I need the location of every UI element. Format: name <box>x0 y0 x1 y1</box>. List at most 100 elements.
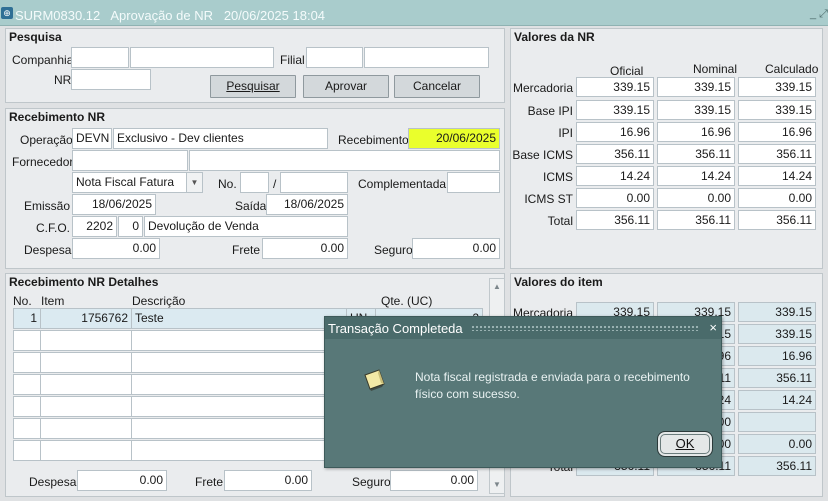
calculado-value[interactable]: 356.11 <box>738 210 816 230</box>
row-no[interactable] <box>13 330 41 351</box>
calculado-value[interactable]: 16.96 <box>738 122 816 142</box>
fornecedor-name-input[interactable] <box>189 150 500 171</box>
item-calculado-value[interactable]: 0.00 <box>738 434 816 454</box>
pesquisa-title: Pesquisa <box>9 30 62 44</box>
row-item[interactable] <box>40 396 132 417</box>
companhia-label: Companhia <box>12 53 74 67</box>
fornecedor-code-input[interactable] <box>72 150 188 171</box>
oficial-value[interactable]: 14.24 <box>576 166 654 186</box>
companhia-name-input[interactable] <box>130 47 274 68</box>
row-no[interactable] <box>13 374 41 395</box>
frete-input[interactable]: 0.00 <box>262 238 348 259</box>
item-calculado-value[interactable]: 356.11 <box>738 456 816 476</box>
det-seguro-label: Seguro <box>352 475 391 489</box>
close-icon[interactable]: × <box>709 320 717 335</box>
row-descricao[interactable] <box>131 418 347 439</box>
row-descricao[interactable] <box>131 352 347 373</box>
seguro-label: Seguro <box>374 243 413 257</box>
window-controls[interactable]: _ ⤢ <box>810 8 828 21</box>
calculado-value[interactable]: 339.15 <box>738 77 816 97</box>
recebimento-title: Recebimento NR <box>9 110 106 124</box>
cfo-seq-input[interactable]: 0 <box>118 216 143 237</box>
title-bar-texture <box>471 325 699 331</box>
fornecedor-label: Fornecedor <box>12 155 74 169</box>
item-calculado-value[interactable]: 339.15 <box>738 302 816 322</box>
row-descricao[interactable] <box>131 374 347 395</box>
tipo-nf-select[interactable]: Nota Fiscal Fatura ▼ <box>72 172 203 193</box>
oficial-value[interactable]: 16.96 <box>576 122 654 142</box>
seguro-input[interactable]: 0.00 <box>412 238 500 259</box>
nr-input[interactable] <box>71 69 151 90</box>
col-no: No. <box>13 294 32 308</box>
frete-label: Frete <box>232 243 261 257</box>
ok-button[interactable]: OK <box>657 431 713 457</box>
nominal-value[interactable]: 339.15 <box>657 100 735 120</box>
window-title: SURM0830.12 Aprovação de NR 20/06/2025 1… <box>15 8 326 23</box>
recebimento-date-input[interactable]: 20/06/2025 <box>408 128 500 149</box>
row-item[interactable] <box>40 440 132 461</box>
det-frete-input[interactable]: 0.00 <box>224 470 312 491</box>
row-item[interactable] <box>40 374 132 395</box>
oficial-value[interactable]: 0.00 <box>576 188 654 208</box>
nominal-value[interactable]: 0.00 <box>657 188 735 208</box>
serie-input[interactable] <box>280 172 348 193</box>
saida-date-input[interactable]: 18/06/2025 <box>266 194 348 215</box>
nominal-value[interactable]: 14.24 <box>657 166 735 186</box>
row-descricao[interactable] <box>131 330 347 351</box>
nominal-value[interactable]: 356.11 <box>657 144 735 164</box>
cancelar-button[interactable]: Cancelar <box>394 75 480 98</box>
row-no[interactable] <box>13 352 41 373</box>
chevron-down-icon[interactable]: ▼ <box>186 173 202 192</box>
oficial-value[interactable]: 356.11 <box>576 144 654 164</box>
calculado-value[interactable]: 356.11 <box>738 144 816 164</box>
item-calculado-value[interactable]: 14.24 <box>738 390 816 410</box>
cfo-code-input[interactable]: 2202 <box>72 216 117 237</box>
row-descricao[interactable]: Teste <box>131 308 347 329</box>
item-calculado-value[interactable]: 356.11 <box>738 368 816 388</box>
row-item[interactable] <box>40 330 132 351</box>
row-descricao[interactable] <box>131 396 347 417</box>
nominal-value[interactable]: 339.15 <box>657 77 735 97</box>
item-calculado-value[interactable] <box>738 412 816 432</box>
row-no[interactable] <box>13 440 41 461</box>
row-no[interactable]: 1 <box>13 308 41 329</box>
oficial-value[interactable]: 356.11 <box>576 210 654 230</box>
aprovar-button[interactable]: Aprovar <box>303 75 389 98</box>
emissao-date-input[interactable]: 18/06/2025 <box>72 194 156 215</box>
row-item[interactable] <box>40 352 132 373</box>
dialog-message: Nota fiscal registrada e enviada para o … <box>415 370 690 401</box>
item-calculado-value[interactable]: 16.96 <box>738 346 816 366</box>
calculado-value[interactable]: 0.00 <box>738 188 816 208</box>
filial-code-input[interactable] <box>306 47 363 68</box>
operacao-desc-input[interactable]: Exclusivo - Dev clientes <box>113 128 328 149</box>
pesquisar-button[interactable]: Pesquisar <box>210 75 296 98</box>
complementada-input[interactable] <box>447 172 500 193</box>
row-item[interactable] <box>40 418 132 439</box>
despesa-input[interactable]: 0.00 <box>72 238 160 259</box>
companhia-code-input[interactable] <box>71 47 129 68</box>
row-descricao[interactable] <box>131 440 347 461</box>
det-despesa-input[interactable]: 0.00 <box>77 470 167 491</box>
scroll-down-icon[interactable]: ▼ <box>490 478 504 492</box>
row-no[interactable] <box>13 396 41 417</box>
nominal-value[interactable]: 356.11 <box>657 210 735 230</box>
row-no[interactable] <box>13 418 41 439</box>
row-item[interactable]: 1756762 <box>40 308 132 329</box>
det-seguro-input[interactable]: 0.00 <box>390 470 478 491</box>
col-item: Item <box>41 294 65 308</box>
scroll-up-icon[interactable]: ▲ <box>490 280 504 294</box>
calculado-value[interactable]: 14.24 <box>738 166 816 186</box>
nominal-value[interactable]: 16.96 <box>657 122 735 142</box>
valores-nr-row-label: Base ICMS <box>512 148 573 162</box>
calculado-value[interactable]: 339.15 <box>738 100 816 120</box>
oficial-value[interactable]: 339.15 <box>576 77 654 97</box>
operacao-code-input[interactable]: DEVN <box>72 128 112 149</box>
note-icon <box>361 367 387 396</box>
valores-nr-row-label: IPI <box>558 126 573 140</box>
item-calculado-value[interactable]: 339.15 <box>738 324 816 344</box>
filial-name-input[interactable] <box>364 47 489 68</box>
cfo-desc-input[interactable]: Devolução de Venda <box>144 216 348 237</box>
filial-label: Filial <box>280 53 305 67</box>
no-input[interactable] <box>240 172 269 193</box>
oficial-value[interactable]: 339.15 <box>576 100 654 120</box>
